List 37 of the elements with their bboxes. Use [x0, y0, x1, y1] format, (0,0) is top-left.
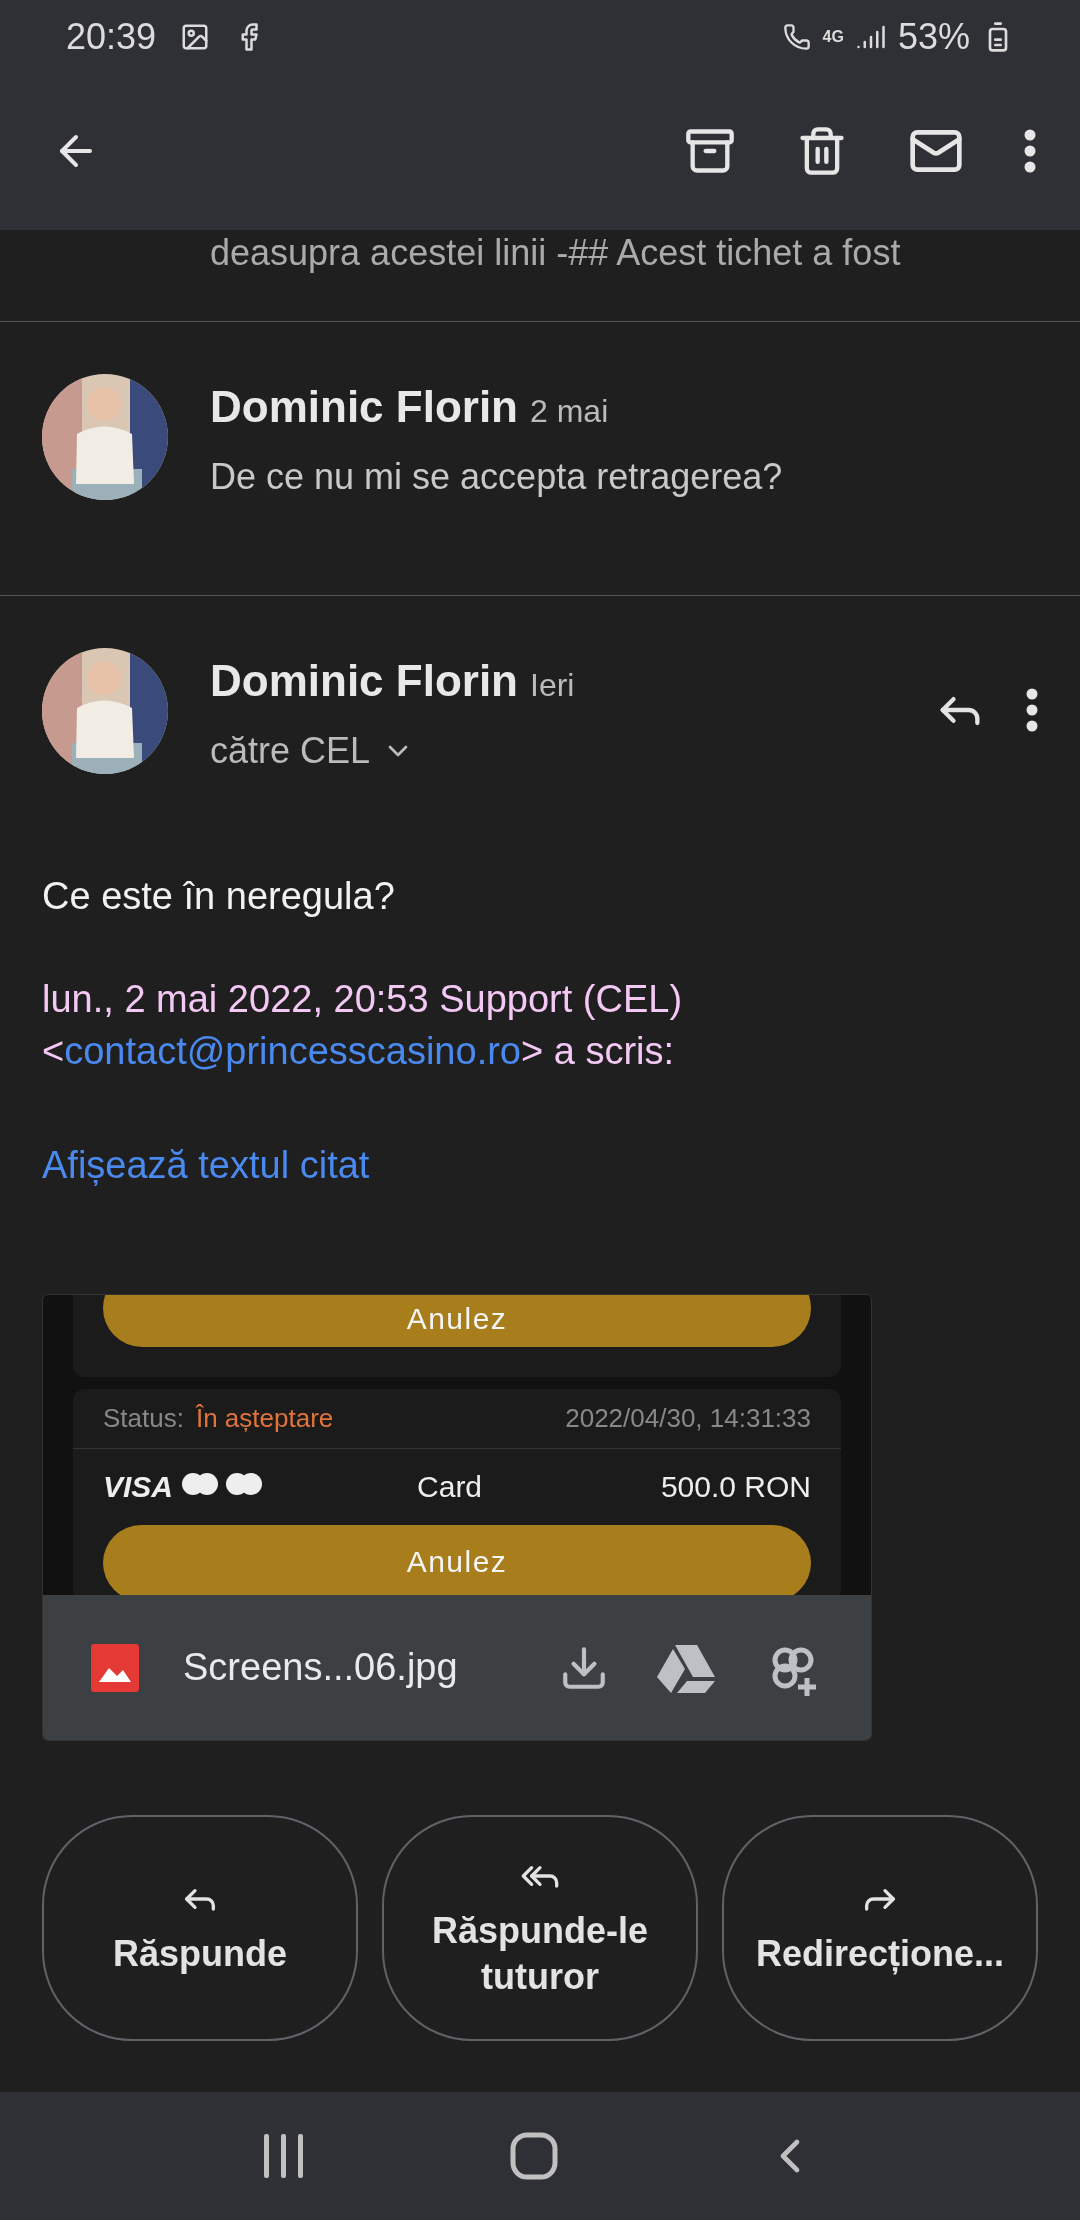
message-header[interactable]: Dominic Florin 2 mai De ce nu mi se accepta retragerea? [0, 322, 1080, 596]
transaction-time: 2022/04/30, 14:31:33 [565, 1402, 811, 1435]
image-icon [180, 22, 211, 52]
message-body: Ce este în neregula? [42, 874, 396, 919]
sender-name: Dominic Florin [210, 381, 518, 433]
status-label: Status: [103, 1402, 184, 1435]
call-icon [782, 23, 811, 51]
more-icon [1026, 688, 1038, 732]
home-button[interactable] [510, 2132, 558, 2180]
battery-percent: 53% [897, 15, 970, 59]
message-header[interactable]: Dominic Florin Ieri către CEL [0, 596, 1080, 826]
status-time: 20:39 [66, 15, 157, 59]
message-date: Ieri [530, 666, 575, 705]
sender-name: Dominic Florin [210, 655, 518, 707]
action-button[interactable]: Redirecțione... [722, 1815, 1038, 2041]
recipient-dropdown[interactable]: către CEL [210, 724, 934, 778]
action-button[interactable]: Răspunde [42, 1815, 358, 2041]
more-icon [1024, 129, 1036, 173]
image-file-icon [91, 1643, 139, 1692]
action-button[interactable]: Răspunde-le tuturor [382, 1815, 698, 2041]
message-preview: De ce nu mi se accepta retragerea? [210, 455, 784, 499]
network-type: 4G [822, 27, 844, 47]
email-link[interactable]: contact@princesscasino.ro [64, 1030, 521, 1072]
quote-header: lun., 2 mai 2022, 20:53 Support (CEL) <contact@princesscasino.ro> a scris: [42, 977, 684, 1074]
card-brand: VISA [103, 1468, 174, 1505]
more-button[interactable] [1024, 129, 1036, 173]
message-snippet: deasupra acestei linii -## Acest tichet a fost [209, 231, 902, 275]
drive-button[interactable] [657, 1642, 715, 1693]
attachment-filename: Screens...06.jpg [183, 1645, 458, 1690]
status-value: În așteptare [195, 1402, 334, 1435]
payment-method: Card [417, 1468, 483, 1505]
more-button[interactable] [1026, 688, 1038, 732]
recent-apps-button[interactable] [262, 2134, 306, 2178]
attachment-card[interactable]: Anulez Status: În așteptare 2022/04/30, 14:31:33 VISA Card 500.0 RON Anulez Screens...06.jpg [42, 1294, 872, 1741]
payment-amount: 500.0 RON [660, 1468, 811, 1505]
message-date: 2 mai [530, 392, 609, 431]
show-quoted-link[interactable]: Afișează textul citat [42, 1137, 1038, 1194]
